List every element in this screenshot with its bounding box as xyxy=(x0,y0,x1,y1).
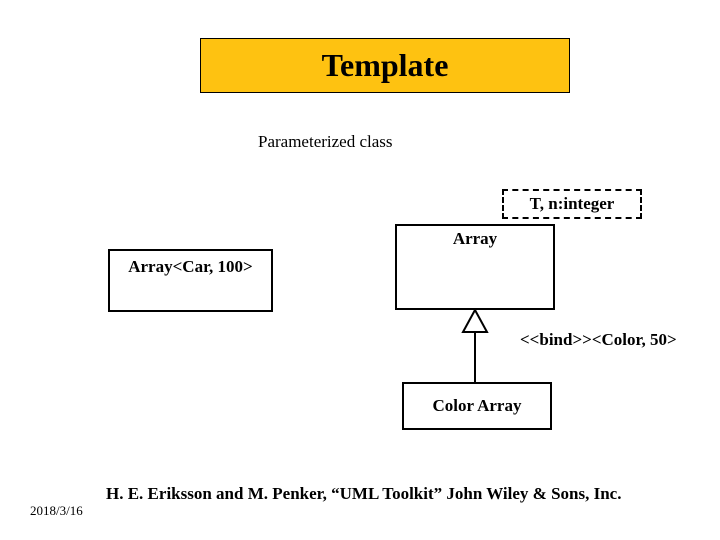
box-array-label: Array xyxy=(453,229,497,249)
box-array-header: Array xyxy=(395,224,555,254)
box-template-param: T, n:integer xyxy=(502,189,642,219)
box-array-car: Array<Car, 100> xyxy=(108,249,273,312)
subtitle: Parameterized class xyxy=(258,132,393,152)
box-color-array-label: Color Array xyxy=(433,396,522,416)
box-color-array: Color Array xyxy=(402,382,552,430)
box-array-car-label: Array<Car, 100> xyxy=(128,257,253,276)
title-banner: Template xyxy=(200,38,570,93)
inheritance-arrowhead xyxy=(463,310,487,332)
box-array-body xyxy=(395,252,555,310)
box-template-param-label: T, n:integer xyxy=(530,194,615,214)
title-text: Template xyxy=(322,47,449,84)
date-footer: 2018/3/16 xyxy=(30,503,83,519)
citation: H. E. Eriksson and M. Penker, “UML Toolk… xyxy=(106,484,621,504)
bind-stereotype: <<bind>><Color, 50> xyxy=(520,330,677,350)
